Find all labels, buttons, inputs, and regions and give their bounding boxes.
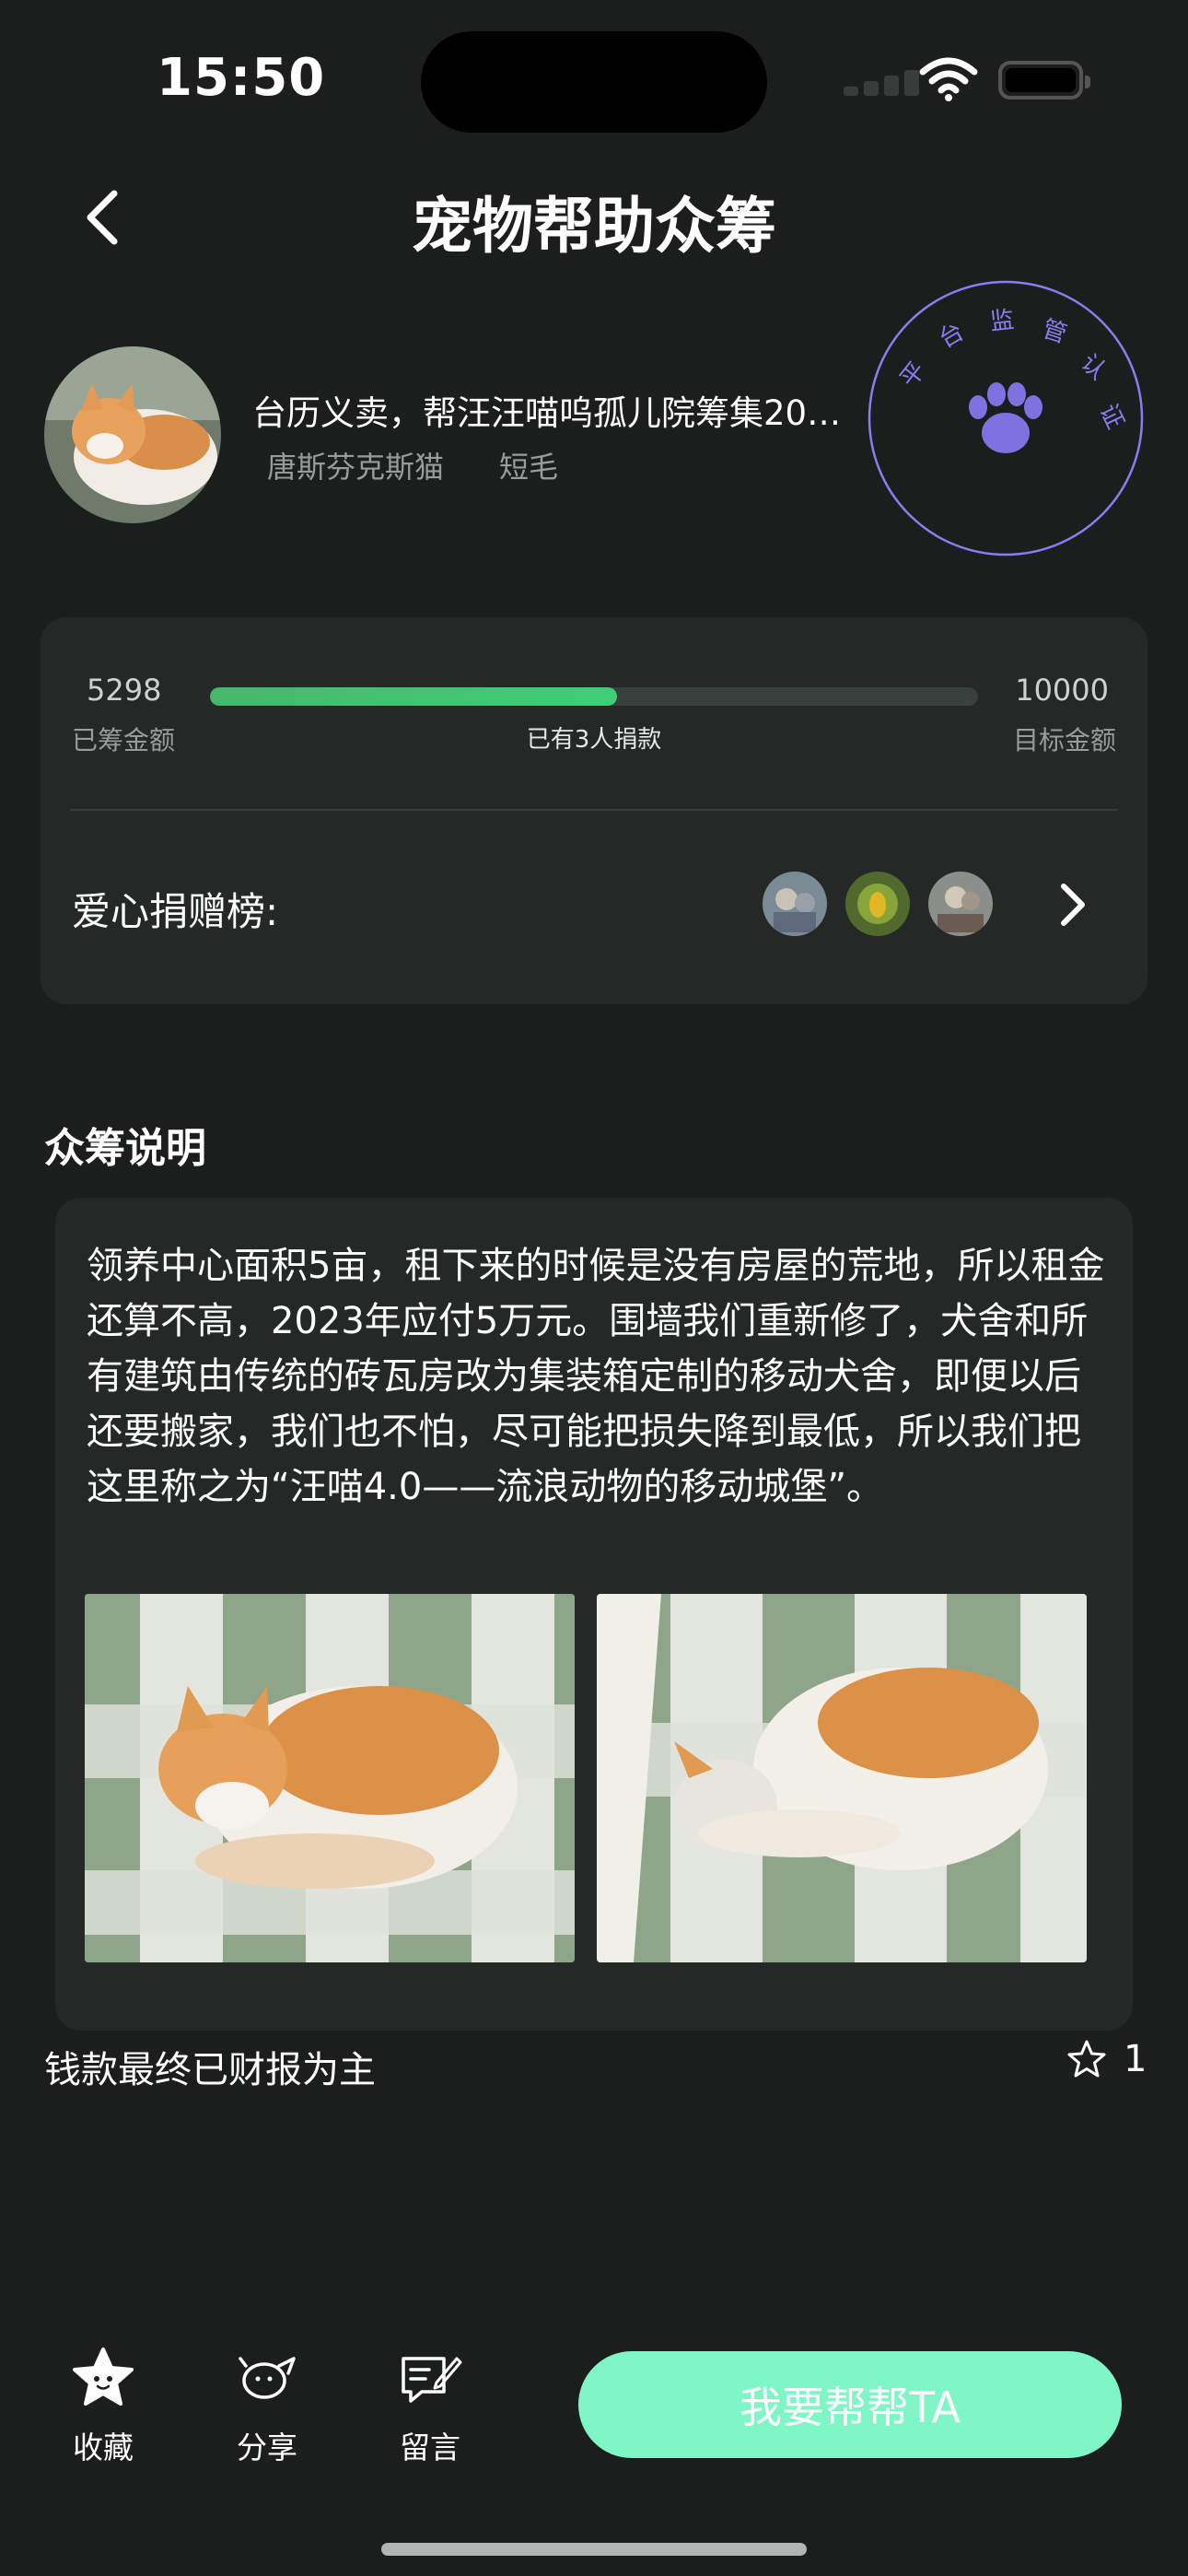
funding-card: 5298 已筹金额 已有3人捐款 10000 目标金额 爱心捐赠榜: xyxy=(41,617,1147,1004)
tab-share-label: 分享 xyxy=(237,2430,297,2465)
footer-note: 钱款最终已财报为主 xyxy=(44,2049,376,2091)
pet-title: 台历义卖，帮汪汪喵呜孤儿院筹集2023年房租 xyxy=(252,393,851,433)
cellular-signal-icon xyxy=(844,68,926,96)
seal-char-3: 监 xyxy=(989,306,1016,336)
favorite-count-value: 1 xyxy=(1124,2038,1147,2080)
description-text: 领养中心面积5亩，租下来的时候是没有房屋的荒地，所以租金还算不高，2023年应付… xyxy=(87,1245,1105,1508)
seal-char-5: 认 xyxy=(1075,349,1111,386)
star-outline-icon xyxy=(1067,2040,1106,2078)
description-card: 领养中心面积5亩，租下来的时候是没有房屋的荒地，所以租金还算不高，2023年应付… xyxy=(55,1198,1133,2031)
tab-favorite[interactable]: 收藏 xyxy=(48,2346,158,2467)
wifi-icon xyxy=(919,57,978,101)
target-label: 目标金额 xyxy=(1012,725,1116,755)
seal-char-1: 平 xyxy=(895,357,932,392)
page-title: 宠物帮助众筹 xyxy=(412,191,776,262)
tab-share[interactable]: 分享 xyxy=(212,2346,322,2467)
donation-ranking-label: 爱心捐赠榜: xyxy=(72,889,279,934)
paw-icon xyxy=(969,382,1042,453)
cat-photo[interactable] xyxy=(85,1594,575,1962)
pet-tags: 唐斯芬克斯猫 短毛 xyxy=(267,444,558,486)
ranking-arrow-button[interactable] xyxy=(1044,877,1100,932)
platform-certified-seal: 平 台 监 管 认 证 xyxy=(866,278,1146,558)
star-face-icon xyxy=(73,2348,134,2406)
donor-count: 已有3人捐款 xyxy=(526,726,662,754)
target-amount: 10000 xyxy=(1015,673,1109,708)
dynamic-island xyxy=(421,31,767,133)
funding-progress-bar xyxy=(210,687,978,706)
funding-progress-fill xyxy=(210,687,617,706)
donor-avatars[interactable] xyxy=(763,872,993,936)
tab-comment-label: 留言 xyxy=(400,2430,460,2465)
battery-icon xyxy=(998,61,1090,100)
raised-amount: 5298 xyxy=(87,673,162,708)
chevron-right-icon xyxy=(1061,884,1085,926)
pet-avatar[interactable] xyxy=(44,346,221,523)
seal-char-4: 管 xyxy=(1039,315,1070,349)
divider xyxy=(70,809,1118,811)
tab-favorite-label: 收藏 xyxy=(73,2430,134,2465)
help-button[interactable]: 我要帮帮TA xyxy=(578,2351,1122,2458)
home-indicator[interactable] xyxy=(381,2543,807,2556)
comment-edit-icon xyxy=(402,2357,462,2403)
tab-comment[interactable]: 留言 xyxy=(375,2346,485,2467)
section-title: 众筹说明 xyxy=(44,1125,206,1172)
seal-char-2: 台 xyxy=(935,318,970,354)
donor-avatar[interactable] xyxy=(845,872,910,936)
favorite-count[interactable]: 1 xyxy=(1066,2038,1147,2080)
cat-photo[interactable] xyxy=(597,1594,1087,1962)
status-time: 15:50 xyxy=(157,48,326,108)
seal-char-6: 证 xyxy=(1094,400,1129,434)
share-icon xyxy=(239,2357,296,2399)
donor-avatar[interactable] xyxy=(928,872,993,936)
donor-avatar[interactable] xyxy=(763,872,827,936)
pet-breed: 唐斯芬克斯猫 xyxy=(267,450,445,485)
pet-fur: 短毛 xyxy=(499,450,559,485)
